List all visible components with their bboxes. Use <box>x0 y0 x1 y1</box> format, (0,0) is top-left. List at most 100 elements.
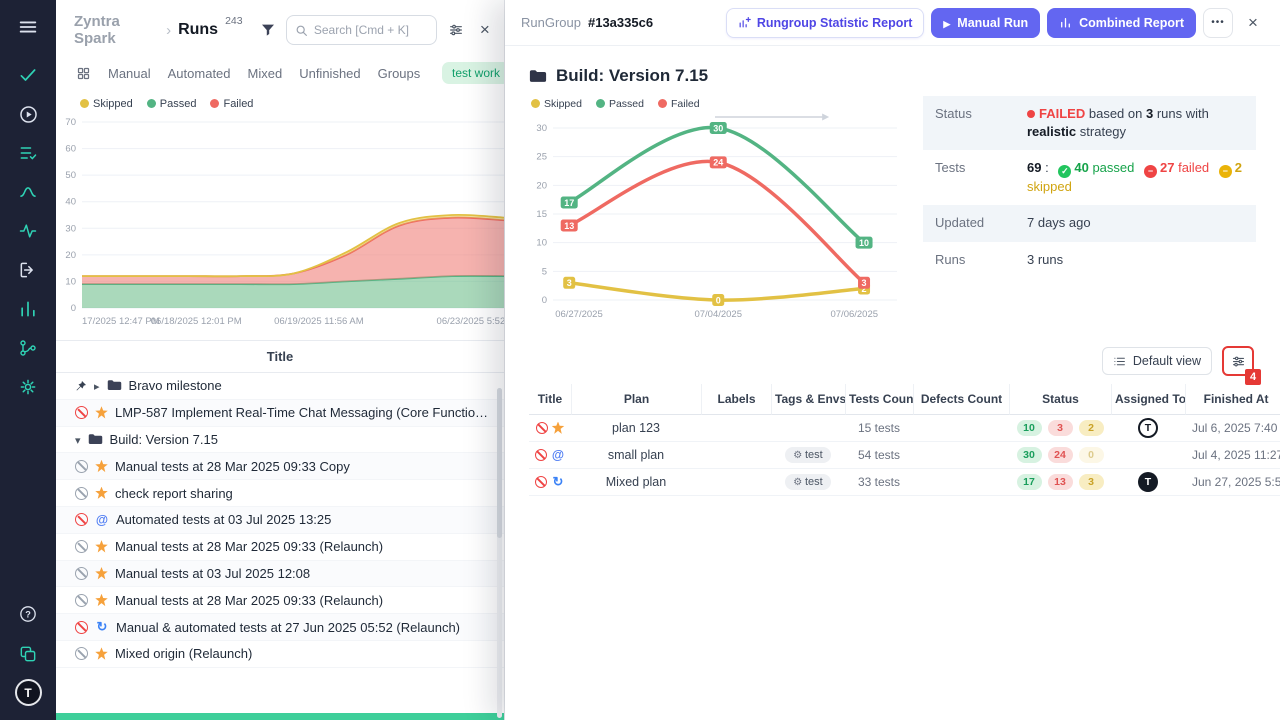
run-row[interactable]: LMP-587 Implement Real-Time Chat Messagi… <box>56 400 504 427</box>
left-panel-close-icon[interactable] <box>474 17 496 43</box>
activity-pulse-icon[interactable] <box>10 216 46 246</box>
tab-mixed[interactable]: Mixed <box>248 66 283 81</box>
run-title: check report sharing <box>115 486 233 501</box>
svg-text:10: 10 <box>65 276 76 287</box>
run-row[interactable]: Manual tests at 03 Jul 2025 12:08 <box>56 561 504 588</box>
filter-chip-test-work[interactable]: test work <box>442 62 505 84</box>
run-entry-icon[interactable] <box>10 255 46 285</box>
rungroup-id: #13a335c6 <box>588 15 653 30</box>
svg-text:3: 3 <box>567 278 572 288</box>
collapse-caret-icon[interactable] <box>75 432 81 447</box>
defects-count-cell <box>913 469 1009 496</box>
passed-badge: 17 <box>1017 474 1042 490</box>
projects-copy-icon[interactable] <box>10 639 46 669</box>
defects-count-cell <box>913 442 1009 469</box>
run-title: Manual tests at 28 Mar 2025 09:33 (Relau… <box>115 593 383 608</box>
test-plans-list-icon[interactable] <box>10 138 46 168</box>
expand-caret-icon[interactable] <box>94 378 100 393</box>
bar-chart-icon <box>1059 16 1072 29</box>
col-finished-at[interactable]: Finished At <box>1185 384 1280 415</box>
col-status[interactable]: Status <box>1009 384 1111 415</box>
scrollbar-thumb[interactable] <box>497 388 502 538</box>
svg-text:15: 15 <box>536 209 547 220</box>
assignee-avatar: T <box>1138 472 1158 492</box>
tag-pill[interactable]: test <box>785 474 830 490</box>
svg-text:13: 13 <box>564 221 574 231</box>
combined-report-button[interactable]: Combined Report <box>1047 8 1196 38</box>
partial-next-row[interactable] <box>56 713 504 720</box>
settings-gear-icon[interactable] <box>10 372 46 402</box>
svg-text:10: 10 <box>536 238 547 249</box>
rungroup-title: Build: Version 7.15 <box>529 66 1256 86</box>
plan-cell[interactable]: small plan <box>571 442 701 469</box>
rungroup-drawer: RunGroup #13a335c6 Rungroup Statistic Re… <box>505 0 1280 720</box>
col-plan[interactable]: Plan <box>571 384 701 415</box>
reports-chart-icon[interactable] <box>10 294 46 324</box>
run-row-bravo-milestone[interactable]: Bravo milestone <box>56 373 504 400</box>
search-field[interactable] <box>314 23 429 37</box>
scrollbar[interactable] <box>497 388 502 718</box>
filter-funnel-icon[interactable] <box>257 17 279 43</box>
flow-wave-icon[interactable] <box>10 177 46 207</box>
help-icon[interactable]: ? <box>10 599 46 629</box>
run-row[interactable]: check report sharing <box>56 480 504 507</box>
run-row[interactable]: Manual tests at 28 Mar 2025 09:33 (Relau… <box>56 534 504 561</box>
col-defects-count[interactable]: Defects Count <box>913 384 1009 415</box>
col-title[interactable]: Title <box>529 384 571 415</box>
run-title-cell[interactable] <box>529 442 571 469</box>
automated-origin-icon <box>95 513 109 527</box>
rungroup-kicker: RunGroup <box>521 15 581 30</box>
run-row-build-folder[interactable]: Build: Version 7.15 <box>56 427 504 454</box>
run-row[interactable]: Manual tests at 28 Mar 2025 09:33 Copy <box>56 453 504 480</box>
search-input[interactable] <box>286 15 438 45</box>
run-row[interactable]: Manual & automated tests at 27 Jun 2025 … <box>56 614 504 641</box>
manual-run-button[interactable]: Manual Run <box>931 8 1040 38</box>
runs-list: Bravo milestone LMP-587 Implement Real-T… <box>56 373 504 668</box>
run-title: Manual tests at 28 Mar 2025 09:33 Copy <box>115 459 350 474</box>
run-row[interactable]: Manual tests at 28 Mar 2025 09:33 (Relau… <box>56 587 504 614</box>
tag-pill[interactable]: test <box>785 447 830 463</box>
summary-label: Tests <box>935 159 1019 196</box>
drawer-close-icon[interactable] <box>1240 8 1266 38</box>
tab-unfinished[interactable]: Unfinished <box>299 66 360 81</box>
tests-check-icon[interactable] <box>10 60 46 90</box>
passed-badge: 30 <box>1017 447 1042 463</box>
hamburger-menu-icon[interactable] <box>10 12 46 42</box>
runs-play-circle-icon[interactable] <box>10 99 46 129</box>
summary-label: Runs <box>935 251 1019 269</box>
automated-origin-icon <box>551 448 565 462</box>
tab-automated[interactable]: Automated <box>168 66 231 81</box>
col-tags-envs[interactable]: Tags & Envs <box>771 384 845 415</box>
skipped-badge: 2 <box>1079 420 1104 436</box>
rungroup-runs-table: Title Plan Labels Tags & Envs Tests Coun… <box>529 384 1280 496</box>
col-tests-count[interactable]: Tests Count <box>845 384 913 415</box>
git-branch-icon[interactable] <box>10 333 46 363</box>
tags-cell <box>771 415 845 442</box>
more-options-button[interactable] <box>1203 8 1233 38</box>
run-title-cell[interactable] <box>529 469 571 496</box>
finished-at-cell: Jul 6, 2025 7:40 <box>1185 415 1280 442</box>
labels-cell <box>701 442 771 469</box>
run-row[interactable]: Mixed origin (Relaunch) <box>56 641 504 668</box>
user-avatar[interactable]: T <box>15 679 42 706</box>
col-assigned-to[interactable]: Assigned To <box>1111 384 1185 415</box>
breadcrumb-project[interactable]: Zyntra Spark <box>74 13 159 47</box>
summary-row-runs: Runs 3 runs <box>923 242 1256 278</box>
rungroup-statistic-report-button[interactable]: Rungroup Statistic Report <box>726 8 925 38</box>
tab-groups[interactable]: Groups <box>378 66 421 81</box>
plan-cell[interactable]: Mixed plan <box>571 469 701 496</box>
run-title: Manual tests at 28 Mar 2025 09:33 (Relau… <box>115 539 383 554</box>
columns-tune-icon[interactable] <box>444 17 466 43</box>
col-labels[interactable]: Labels <box>701 384 771 415</box>
tab-manual[interactable]: Manual <box>108 66 151 81</box>
assignee-avatar: T <box>1138 418 1158 438</box>
manual-origin-icon <box>95 567 108 580</box>
skipped-badge: 0 <box>1079 447 1104 463</box>
plan-cell[interactable]: plan 123 <box>571 415 701 442</box>
skipped-dot-icon <box>531 99 540 108</box>
legend-failed: Failed <box>210 98 253 110</box>
grid-view-icon[interactable] <box>76 66 91 81</box>
run-title-cell[interactable] <box>529 415 571 442</box>
run-row[interactable]: Automated tests at 03 Jul 2025 13:25 <box>56 507 504 534</box>
default-view-button[interactable]: Default view <box>1102 347 1212 375</box>
